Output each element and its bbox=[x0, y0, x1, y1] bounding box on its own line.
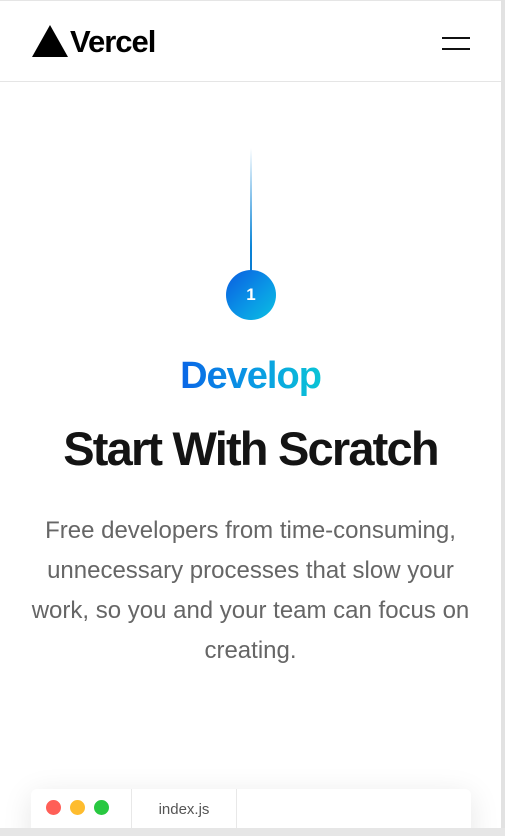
site-header: Vercel bbox=[0, 0, 501, 82]
scrollbar-track[interactable] bbox=[501, 0, 505, 836]
step-number-badge: 1 bbox=[226, 270, 276, 320]
section-eyebrow-wrap: Develop bbox=[0, 354, 501, 398]
hamburger-menu-icon[interactable] bbox=[435, 31, 475, 55]
vercel-logo-link[interactable]: Vercel bbox=[31, 22, 156, 60]
triangle-logo-icon bbox=[32, 25, 68, 57]
section-description: Free developers from time-consuming, unn… bbox=[31, 517, 470, 664]
code-editor-window: index.js bbox=[31, 789, 471, 828]
menu-line-bottom bbox=[442, 48, 470, 50]
minimize-window-dot[interactable] bbox=[70, 800, 85, 815]
step-connector-line bbox=[250, 148, 252, 272]
menu-line-top bbox=[442, 37, 470, 39]
logo-text: Vercel bbox=[70, 23, 156, 59]
file-tab-index-js[interactable]: index.js bbox=[132, 801, 236, 818]
window-controls bbox=[46, 800, 109, 815]
tab-divider bbox=[236, 789, 237, 828]
window-bottom-edge bbox=[0, 828, 505, 836]
page-viewport: Vercel 1 Develop Start With Scratch Free… bbox=[0, 0, 501, 828]
section-title: Start With Scratch bbox=[63, 422, 439, 475]
section-eyebrow: Develop bbox=[180, 355, 322, 397]
step-number: 1 bbox=[246, 285, 256, 304]
maximize-window-dot[interactable] bbox=[94, 800, 109, 815]
close-window-dot[interactable] bbox=[46, 800, 61, 815]
